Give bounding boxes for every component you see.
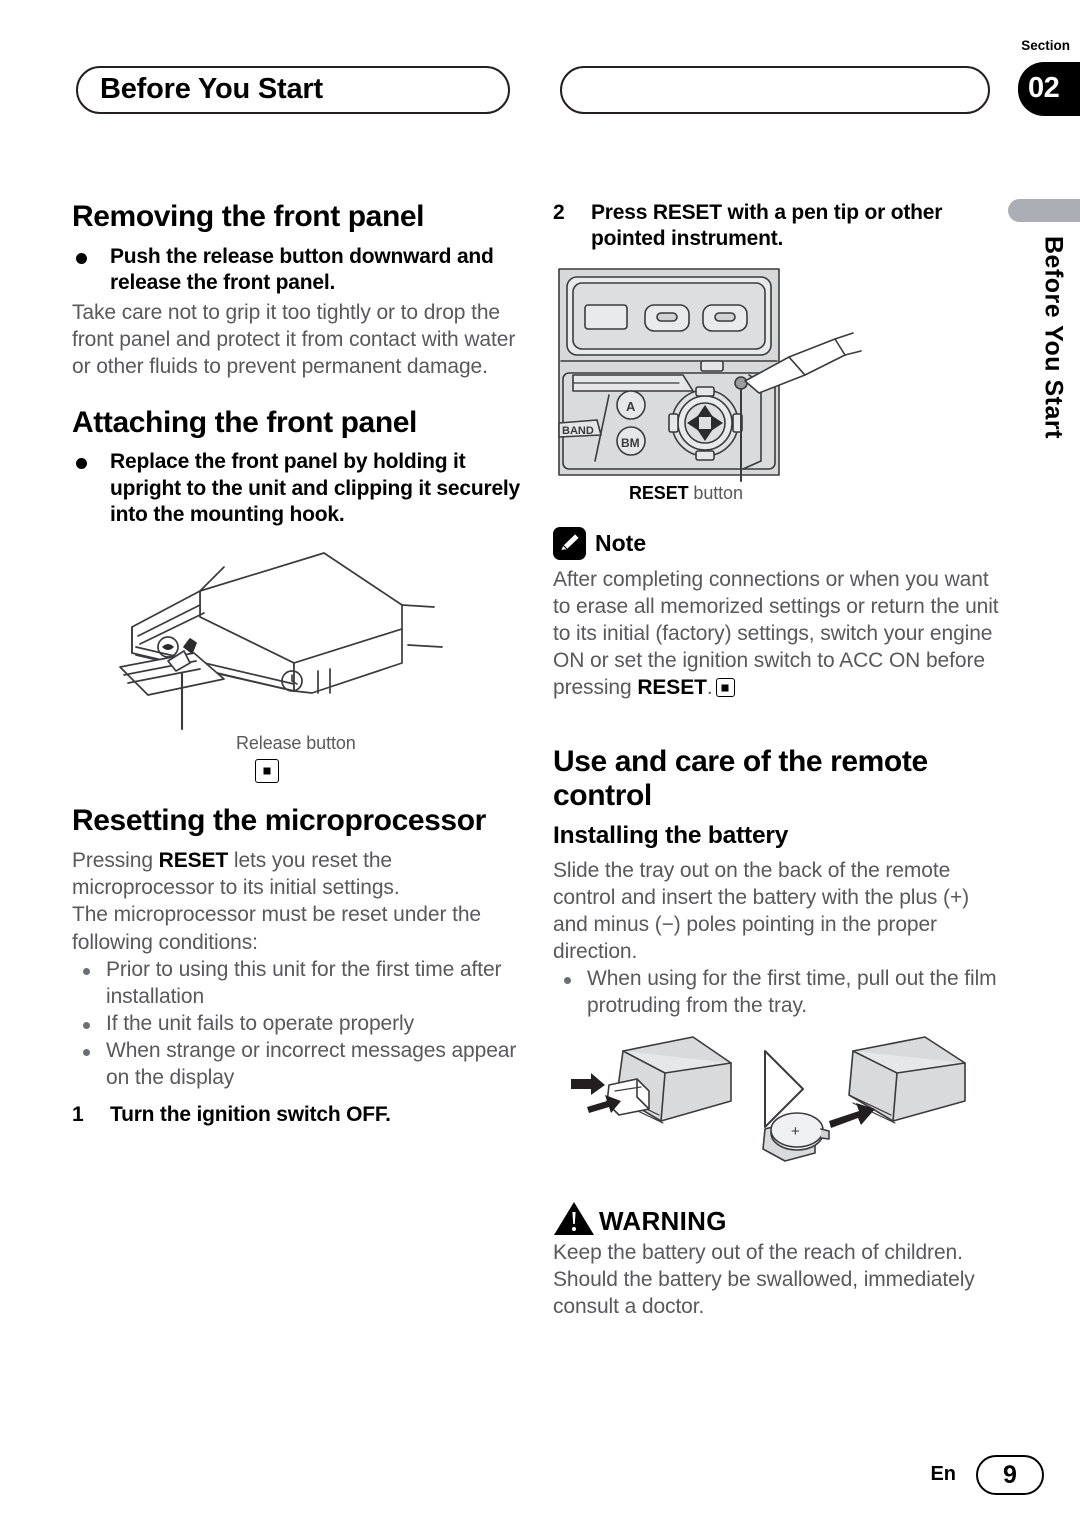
reset-caption-rest: button [688,482,743,503]
language-code: En [930,1463,956,1485]
section-number: 02 [1028,71,1060,104]
right-column: 2 Press RESET with a pen tip or other poi… [553,200,1005,1320]
reset-caption-keyword: RESET [629,482,689,503]
figure-release-button: Release button [72,543,524,793]
reset-conditions-list: Prior to using this unit for the first t… [72,956,524,1091]
pencil-glyph [560,533,580,552]
side-tab-bar [1008,199,1080,222]
figure-remote-battery: + [553,1029,1005,1199]
step-2: 2 Press RESET with a pen tip or other poi… [553,200,1005,253]
endmark-icon [715,678,735,698]
release-button-caption: Release button [236,732,356,753]
a-button-label: A [626,399,636,414]
faceplate-illustration: BAND A BM [558,268,862,482]
step-2-number: 2 [553,201,565,224]
note-body: After completing connections or when you… [553,566,1005,701]
chapter-title: Before You Start [100,72,323,105]
note-body-part-a: After completing connections or when you… [553,567,999,700]
chapter-title-pill: Before You Start [76,66,510,114]
heading-remote-control: Use and care of the remote control [553,745,928,812]
endmark-icon [255,758,279,783]
list-item: When using for the first time, pull out … [553,965,1005,1019]
removing-body-text: Take care not to grip it too tightly or … [72,300,516,378]
step-1-text: Turn the ignition switch OFF. [110,1102,391,1126]
battery-plus-mark: + [791,1123,800,1140]
reset-button-hole [734,376,748,390]
head-unit-illustration [119,551,443,730]
note-label: Note [595,529,647,556]
left-column: Removing the front panel Push the releas… [72,200,524,1130]
page-number: 9 [976,1455,1044,1495]
note-header: Note [553,526,1005,560]
heading-installing-battery: Installing the battery [553,822,789,850]
section-label: Section [1021,38,1070,53]
battery-body-text: Slide the tray out on the back of the re… [553,858,970,963]
note-body-keyword: RESET [637,676,707,700]
reset-button-caption: RESET button [629,483,743,504]
note-body-part-b: . [706,676,713,700]
heading-resetting-microprocessor: Resetting the microprocessor [72,803,486,837]
step-1: 1 Turn the ignition switch OFF. [72,1102,524,1128]
reset-p1-part-a: Pressing [72,849,159,873]
removing-lead-text: Push the release button downward and rel… [72,244,524,297]
header-blank-pill [560,66,990,114]
list-item: If the unit fails to operate properly [72,1010,524,1037]
side-tab-label: Before You Start [1034,236,1072,466]
step-1-number: 1 [72,1102,84,1126]
pencil-icon [553,526,586,560]
heading-attaching-front-panel: Attaching the front panel [72,405,417,439]
list-item: When strange or incorrect messages appea… [72,1037,524,1091]
side-tab-text: Before You Start [1039,236,1068,439]
reset-paragraph-2: The microprocessor must be reset under t… [72,903,481,954]
attaching-lead-text: Replace the front panel by holding it up… [72,449,524,528]
section-number-badge: 02 [1018,62,1080,116]
footer: En 9 [0,1455,1080,1497]
band-button-label: BAND [562,425,594,437]
remote-battery-illustration: + [571,1036,966,1162]
warning-header: WARNING [553,1199,1005,1237]
manual-page: Before You Start Section 02 Before You S… [0,0,1080,1529]
bm-button-label: BM [621,436,640,450]
warning-triangle-icon [554,1202,594,1236]
reset-paragraph-1: Pressing RESET lets you reset the microp… [72,847,524,901]
step-2-text: Press RESET with a pen tip or other poin… [591,201,943,251]
figure-reset-button: BAND A BM RESET button [553,265,1005,527]
warning-body: Keep the battery out of the reach of chi… [553,1241,975,1319]
list-item: Prior to using this unit for the first t… [72,956,524,1010]
battery-bullets: When using for the first time, pull out … [553,965,1005,1019]
heading-removing-front-panel: Removing the front panel [72,200,425,233]
reset-keyword: RESET [158,849,229,873]
warning-label: WARNING [599,1206,727,1237]
